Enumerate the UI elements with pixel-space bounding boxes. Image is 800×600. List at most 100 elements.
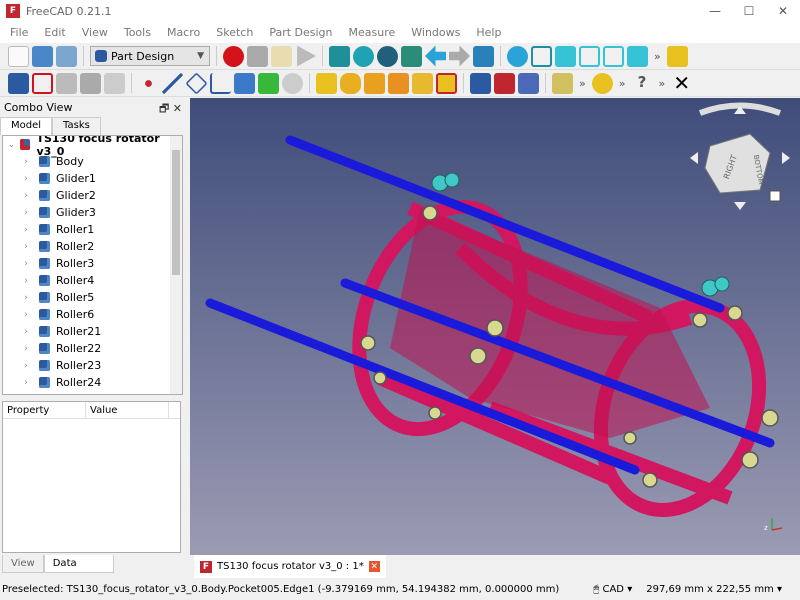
close-x-icon[interactable]: ✕ (671, 72, 692, 94)
menu-file[interactable]: File (2, 26, 36, 39)
tree-item[interactable]: › Roller24 (3, 374, 182, 391)
tree-scrollbar[interactable] (170, 136, 182, 394)
toolbar-overflow-button[interactable]: » (658, 77, 665, 90)
chevron-right-icon[interactable]: › (19, 259, 33, 269)
tree-root[interactable]: ⌄ TS130 focus rotator v3_0 (3, 136, 182, 158)
chevron-right-icon[interactable]: › (19, 208, 33, 218)
isometric-view-icon[interactable] (531, 45, 552, 67)
menu-view[interactable]: View (74, 26, 116, 39)
front-view-icon[interactable] (555, 45, 576, 67)
chevron-right-icon[interactable]: › (19, 242, 33, 252)
tree-item[interactable]: › Roller2 (3, 238, 182, 255)
float-icon[interactable]: 🗗 (159, 102, 169, 115)
menu-macro[interactable]: Macro (159, 26, 208, 39)
navigation-cube[interactable]: RIGHT BOTTOM (690, 102, 790, 211)
datum-point-icon[interactable] (138, 72, 159, 94)
validate-sketch-icon[interactable] (56, 72, 77, 94)
macro-editor-icon[interactable] (271, 45, 292, 67)
document-tab[interactable]: F TS130 focus rotator v3_0 : 1* ✕ (194, 555, 386, 578)
whats-this-icon[interactable]: ? (631, 73, 652, 94)
rear-view-icon[interactable] (627, 45, 648, 67)
tab-tasks[interactable]: Tasks (52, 117, 101, 135)
toolbar-overflow-button[interactable]: » (619, 77, 626, 90)
sub-shape-binder-icon[interactable] (234, 72, 255, 94)
workbench-selector[interactable]: Part Design ▼ (90, 46, 210, 66)
fit-all-icon[interactable] (329, 45, 350, 67)
record-macro-icon[interactable] (223, 45, 244, 67)
chevron-right-icon[interactable]: › (19, 225, 33, 235)
undo-icon[interactable] (591, 72, 613, 94)
back-icon[interactable] (425, 45, 446, 67)
tree-item[interactable]: › Roller1 (3, 221, 182, 238)
fit-selection-icon[interactable] (353, 45, 374, 67)
datum-plane-icon[interactable] (185, 71, 208, 95)
menu-edit[interactable]: Edit (36, 26, 73, 39)
3d-viewport[interactable]: RIGHT BOTTOM z (190, 98, 800, 555)
tree-item[interactable]: › Roller4 (3, 272, 182, 289)
part-icon[interactable] (666, 45, 688, 67)
tree-item[interactable]: › Glider2 (3, 187, 182, 204)
loft-icon[interactable] (364, 72, 385, 94)
open-file-icon[interactable] (32, 45, 53, 67)
right-view-icon[interactable] (603, 45, 624, 67)
hole-icon[interactable] (494, 72, 515, 94)
tree-item[interactable]: › Roller21 (3, 323, 182, 340)
menu-measure[interactable]: Measure (341, 26, 404, 39)
forward-icon[interactable] (449, 45, 470, 67)
close-icon[interactable]: ✕ (173, 102, 182, 115)
tree-item[interactable]: › Roller23 (3, 357, 182, 374)
run-macro-icon[interactable] (297, 45, 316, 67)
local-cs-icon[interactable] (210, 72, 231, 94)
tree-item[interactable]: › Roller22 (3, 340, 182, 357)
revolution-icon[interactable] (340, 72, 361, 94)
tab-model[interactable]: Model (0, 117, 53, 135)
pad-icon[interactable] (316, 72, 337, 94)
tab-view[interactable]: View (2, 555, 44, 573)
menu-tools[interactable]: Tools (116, 26, 159, 39)
create-body-icon[interactable] (8, 72, 29, 94)
create-sketch-icon[interactable] (32, 72, 53, 94)
additive-primitive-icon[interactable] (436, 72, 457, 94)
sub-object-icon[interactable] (258, 72, 279, 94)
stop-macro-icon[interactable] (247, 45, 268, 67)
chevron-right-icon[interactable]: › (19, 395, 33, 396)
top-view-icon[interactable] (579, 45, 600, 67)
chevron-right-icon[interactable]: › (19, 191, 33, 201)
clone-shape-icon[interactable] (282, 72, 303, 94)
dimensions-button[interactable]: 297,69 mm x 222,55 mm ▾ (646, 584, 782, 595)
tree-item[interactable]: › Glider1 (3, 170, 182, 187)
shape-binder-icon[interactable] (80, 72, 101, 94)
chevron-right-icon[interactable]: › (19, 361, 33, 371)
helix-icon[interactable] (412, 72, 433, 94)
toolbar-overflow-button[interactable]: » (579, 77, 586, 90)
close-tab-icon[interactable]: ✕ (368, 561, 380, 572)
chevron-right-icon[interactable]: › (19, 378, 33, 388)
chevron-right-icon[interactable]: › (19, 276, 33, 286)
tree-item[interactable]: › Glider3 (3, 204, 182, 221)
minimize-button[interactable]: — (698, 0, 732, 22)
zoom-icon[interactable] (507, 45, 528, 67)
tree-item[interactable]: › Roller3 (3, 255, 182, 272)
tree-item[interactable]: › Roller6 (3, 306, 182, 323)
datum-line-icon[interactable] (162, 72, 183, 94)
maximize-button[interactable]: ☐ (732, 0, 766, 22)
pocket-icon[interactable] (470, 72, 491, 94)
close-button[interactable]: ✕ (766, 0, 800, 22)
toolbar-overflow-button[interactable]: » (654, 50, 661, 63)
tab-data[interactable]: Data (43, 555, 114, 573)
tree-item[interactable]: › Roller25 (3, 391, 182, 396)
chevron-right-icon[interactable]: › (19, 310, 33, 320)
pipe-icon[interactable] (388, 72, 409, 94)
chevron-right-icon[interactable]: › (19, 174, 33, 184)
new-file-icon[interactable] (8, 45, 29, 67)
measure-icon[interactable] (552, 72, 573, 94)
navigation-style-button[interactable]: 🖱 CAD ▾ (593, 584, 632, 595)
save-icon[interactable] (56, 45, 77, 67)
groove-icon[interactable] (518, 72, 539, 94)
chevron-down-icon[interactable]: ⌄ (5, 140, 18, 150)
std-view-icon[interactable] (473, 45, 494, 67)
menu-sketch[interactable]: Sketch (208, 26, 261, 39)
clone-icon[interactable] (104, 72, 125, 94)
draw-style-icon[interactable] (377, 45, 398, 67)
chevron-right-icon[interactable]: › (19, 327, 33, 337)
